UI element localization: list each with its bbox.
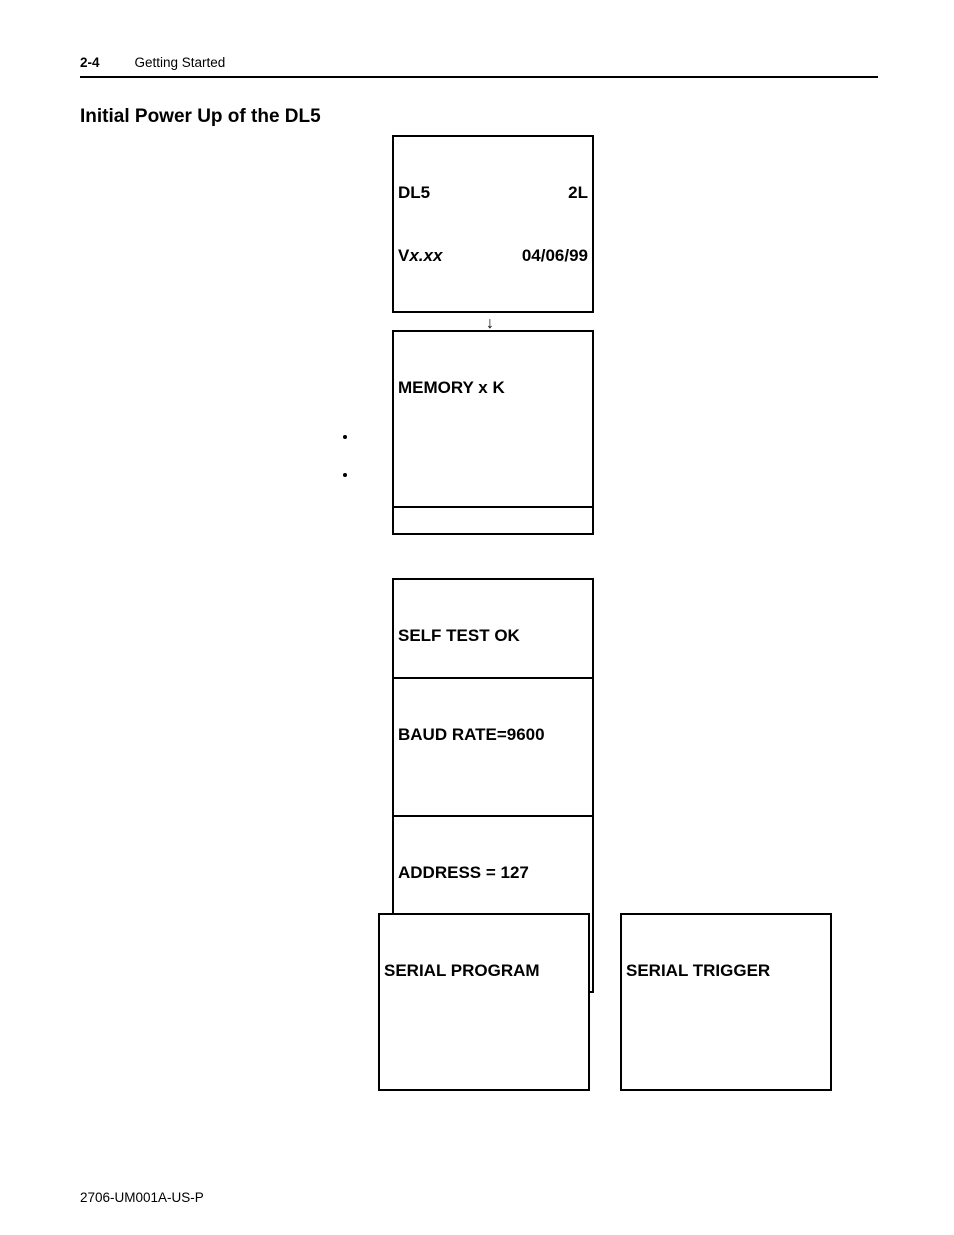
page-number: 2-4 xyxy=(80,55,100,70)
lcd-baud-text: BAUD RATE=9600 xyxy=(398,724,588,745)
lcd-intro-model: DL5 xyxy=(398,182,430,203)
header-rule xyxy=(80,76,878,78)
lcd-intro-version: Vx.xx xyxy=(398,245,442,266)
lcd-serial-trigger: SERIAL TRIGGER xyxy=(620,913,832,1091)
lcd-intro-lines: 2L xyxy=(568,182,588,203)
bullet-list xyxy=(342,428,358,478)
lcd-memory-text: MEMORY x K xyxy=(398,377,588,398)
lcd-address-text: ADDRESS = 127 xyxy=(398,862,588,883)
page-title: Initial Power Up of the DL5 xyxy=(80,106,878,128)
page-header: 2-4 Getting Started xyxy=(80,55,878,70)
lcd-serial-program: SERIAL PROGRAM xyxy=(378,913,590,1091)
lcd-selftest-text: SELF TEST OK xyxy=(398,625,588,646)
lcd-serial-program-text: SERIAL PROGRAM xyxy=(384,960,584,981)
lcd-intro: DL5 2L Vx.xx 04/06/99 xyxy=(392,135,594,313)
lcd-memory: MEMORY x K xyxy=(392,330,594,508)
footer-doc-id: 2706-UM001A-US-P xyxy=(80,1190,204,1205)
lcd-intro-date: 04/06/99 xyxy=(522,245,588,266)
lcd-serial-trigger-text: SERIAL TRIGGER xyxy=(626,960,826,981)
section-label: Getting Started xyxy=(135,55,226,70)
